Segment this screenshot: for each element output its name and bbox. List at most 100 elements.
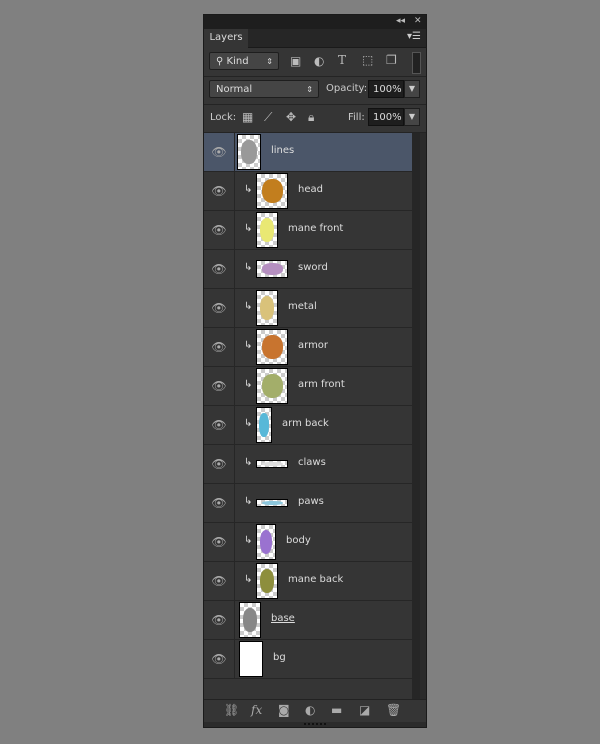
thumbnail-content [261, 500, 283, 506]
updown-icon: ⇕ [266, 57, 273, 66]
kind-filter-select[interactable]: ⚲ Kind ⇕ [209, 52, 279, 70]
lock-bar: Lock: ▦ ⟋ ✥ 🔒︎ Fill: 100% ▼ [204, 105, 426, 133]
layer-name[interactable]: claws [298, 457, 326, 468]
layer-row[interactable]: 👁︎ ↳ sword [204, 250, 412, 289]
layer-thumbnail [256, 368, 288, 404]
layer-name[interactable]: mane front [288, 223, 343, 234]
layer-row[interactable]: 👁︎ ↳ body [204, 523, 412, 562]
layer-row[interactable]: 👁︎ ↳ arm front [204, 367, 412, 406]
layer-thumbnail [256, 499, 288, 507]
layer-row[interactable]: 👁︎ ↳ metal [204, 289, 412, 328]
fill-dropdown[interactable]: ▼ [404, 108, 420, 126]
layer-name[interactable]: arm front [298, 379, 345, 390]
thumbnail-content [259, 530, 273, 554]
new-adjustment-icon[interactable]: ◐ [305, 703, 315, 717]
layer-name[interactable]: body [286, 535, 311, 546]
layer-name[interactable]: lines [271, 145, 294, 156]
visibility-eye-icon[interactable]: 👁︎ [204, 601, 235, 639]
layer-row[interactable]: 👁︎ ↳ armor [204, 328, 412, 367]
layer-name[interactable]: sword [298, 262, 328, 273]
visibility-eye-icon[interactable]: 👁︎ [204, 172, 235, 210]
type-filter-icon[interactable]: T [338, 53, 346, 67]
fill-input[interactable]: 100% [368, 108, 404, 126]
link-layers-icon[interactable]: ⛓ [224, 703, 239, 717]
clipping-arrow-icon: ↳ [244, 535, 253, 546]
new-layer-icon[interactable]: ◪ [359, 703, 370, 717]
layer-thumbnail [239, 602, 261, 638]
layers-panel: ◂◂ ✕ Layers ▾☰ ⚲ Kind ⇕ ▣ ◐ T ⬚ ❐ Normal ⇕… [203, 14, 427, 728]
layer-row[interactable]: 👁︎ ↳ claws [204, 445, 412, 484]
layer-row[interactable]: 👁︎ lines [204, 133, 412, 172]
layer-row[interactable]: 👁︎ base [204, 601, 412, 640]
layer-row[interactable]: 👁︎ ↳ mane back [204, 562, 412, 601]
close-icon[interactable]: ✕ [414, 16, 422, 26]
tab-bar: Layers ▾☰ [204, 29, 426, 48]
clipping-arrow-icon: ↳ [244, 301, 253, 312]
layer-thumbnail [239, 641, 263, 677]
clipping-arrow-icon: ↳ [244, 496, 253, 507]
visibility-eye-icon[interactable]: 👁︎ [204, 523, 235, 561]
delete-icon[interactable]: 🗑︎ [386, 703, 401, 717]
adjustment-filter-icon[interactable]: ◐ [314, 54, 324, 68]
layer-row[interactable]: 👁︎ ↳ paws [204, 484, 412, 523]
fill-label: Fill: [348, 112, 365, 123]
opacity-label: Opacity: [326, 83, 368, 94]
layer-name[interactable]: metal [288, 301, 317, 312]
visibility-eye-icon[interactable]: 👁︎ [204, 484, 235, 522]
tab-layers[interactable]: Layers [204, 29, 248, 48]
opacity-dropdown[interactable]: ▼ [404, 80, 420, 98]
new-group-icon[interactable]: ▬ [331, 703, 342, 717]
fx-icon[interactable]: fx [251, 703, 262, 717]
visibility-eye-icon[interactable]: 👁︎ [204, 367, 235, 405]
scrollbar[interactable] [412, 133, 420, 699]
filter-toggle[interactable] [412, 52, 421, 74]
layer-row[interactable]: 👁︎ bg [204, 640, 412, 679]
double-chevron-left-icon[interactable]: ◂◂ [396, 16, 405, 26]
lock-position-move-icon[interactable]: ✥ [286, 110, 296, 124]
blend-mode-value: Normal [216, 84, 253, 95]
visibility-eye-icon[interactable]: 👁︎ [204, 250, 235, 288]
visibility-eye-icon[interactable]: 👁︎ [204, 211, 235, 249]
clipping-arrow-icon: ↳ [244, 457, 253, 468]
image-filter-icon[interactable]: ▣ [290, 54, 301, 68]
layer-name[interactable]: armor [298, 340, 328, 351]
layer-row[interactable]: 👁︎ ↳ arm back [204, 406, 412, 445]
opacity-input[interactable]: 100% [368, 80, 404, 98]
thumbnail-content [260, 296, 274, 320]
visibility-eye-icon[interactable]: 👁︎ [204, 133, 235, 171]
layer-name[interactable]: arm back [282, 418, 329, 429]
visibility-eye-icon[interactable]: 👁︎ [204, 445, 235, 483]
layer-name[interactable]: base [271, 613, 295, 624]
visibility-eye-icon[interactable]: 👁︎ [204, 562, 235, 600]
lock-transparency-icon[interactable]: ▦ [242, 110, 253, 124]
visibility-eye-icon[interactable]: 👁︎ [204, 328, 235, 366]
thumbnail-content [261, 374, 283, 398]
thumbnail-content [261, 263, 283, 275]
layer-row[interactable]: 👁︎ ↳ mane front [204, 211, 412, 250]
panel-menu-icon[interactable]: ▾☰ [407, 31, 421, 42]
add-mask-icon[interactable]: ◙ [278, 703, 290, 717]
thumbnail-content [261, 179, 283, 203]
layer-name[interactable]: mane back [288, 574, 343, 585]
panel-footer: ⛓ fx ◙ ◐ ▬ ◪ 🗑︎ [204, 699, 426, 725]
updown-icon: ⇕ [306, 85, 313, 94]
layer-thumbnail [256, 173, 288, 209]
clipping-arrow-icon: ↳ [244, 262, 253, 273]
smart-object-filter-icon[interactable]: ❐ [386, 53, 397, 67]
lock-all-icon[interactable]: 🔒︎ [308, 110, 314, 125]
thumbnail-content [259, 413, 269, 437]
layer-name[interactable]: paws [298, 496, 324, 507]
layer-name[interactable]: bg [273, 652, 286, 663]
visibility-eye-icon[interactable]: 👁︎ [204, 406, 235, 444]
blend-mode-select[interactable]: Normal ⇕ [209, 80, 319, 98]
layer-row[interactable]: 👁︎ ↳ head [204, 172, 412, 211]
shape-filter-icon[interactable]: ⬚ [362, 53, 373, 67]
kind-label: Kind [226, 56, 249, 67]
layer-name[interactable]: head [298, 184, 323, 195]
lock-pixels-brush-icon[interactable]: ⟋ [264, 110, 272, 125]
resize-grip[interactable] [304, 723, 326, 728]
panel-titlebar: ◂◂ ✕ [204, 15, 426, 29]
search-icon: ⚲ [216, 56, 227, 67]
visibility-eye-icon[interactable]: 👁︎ [204, 640, 235, 678]
visibility-eye-icon[interactable]: 👁︎ [204, 289, 235, 327]
